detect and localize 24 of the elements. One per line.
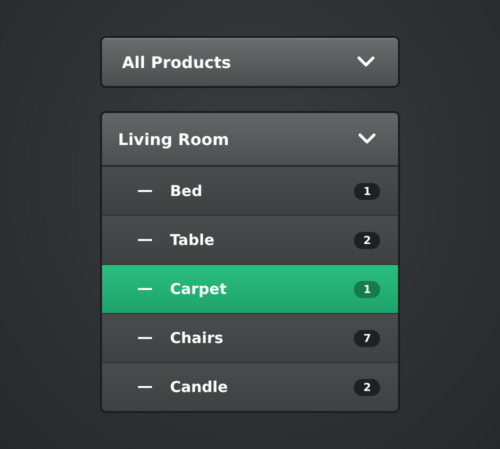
count-badge: 2 <box>354 232 380 248</box>
item-label: Chairs <box>170 329 224 347</box>
dash-icon <box>138 190 152 192</box>
list-item[interactable]: Carpet 1 <box>102 264 398 313</box>
list-item[interactable]: Candle 2 <box>102 362 398 411</box>
item-label: Carpet <box>170 280 228 298</box>
dash-icon <box>138 386 152 388</box>
category-header[interactable]: Living Room <box>102 113 398 166</box>
count-badge: 1 <box>354 280 380 298</box>
item-label: Bed <box>170 182 204 200</box>
list-item[interactable]: Table 2 <box>102 215 398 264</box>
list-item[interactable]: Bed 1 <box>102 166 398 215</box>
dash-icon <box>138 337 152 339</box>
chevron-down-icon <box>358 133 376 145</box>
item-label: Candle <box>170 378 229 396</box>
count-badge: 7 <box>354 330 380 346</box>
chevron-down-icon <box>357 56 375 68</box>
dash-icon <box>138 288 152 290</box>
dash-icon <box>138 239 152 241</box>
item-label: Table <box>170 231 216 249</box>
count-badge: 1 <box>354 182 380 200</box>
dropdown-button[interactable]: All Products <box>100 36 400 88</box>
list-item[interactable]: Chairs 7 <box>102 313 398 362</box>
count-badge: 2 <box>354 378 380 396</box>
